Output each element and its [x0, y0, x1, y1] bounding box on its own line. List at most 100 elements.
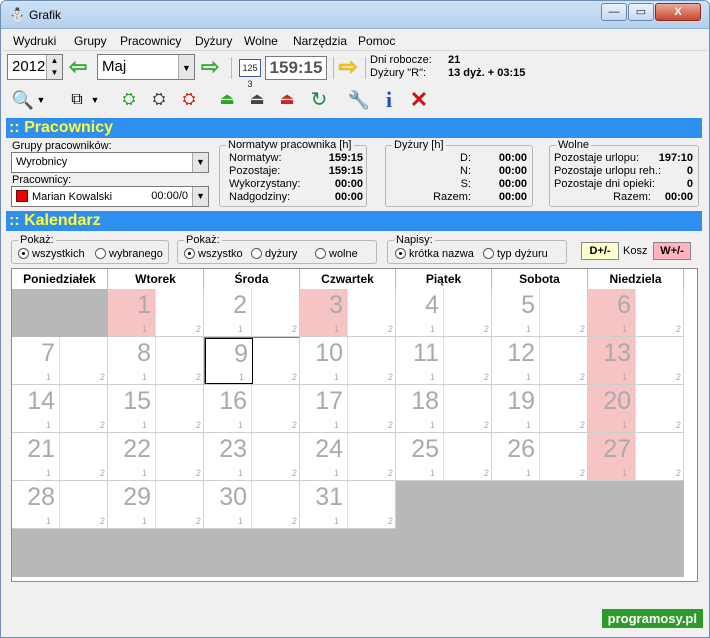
calendar-day-cell[interactable]: 20 1 2: [588, 385, 684, 433]
day-slot-1[interactable]: 15 1: [108, 385, 156, 432]
remove-free-icon[interactable]: ⏏: [275, 89, 299, 111]
day-slot-1[interactable]: 31 1: [300, 481, 348, 528]
day-slot-1[interactable]: 11: [108, 289, 156, 336]
calendar-day-cell[interactable]: 112: [108, 289, 204, 337]
calendar-day-cell[interactable]: 30 1 2: [204, 481, 300, 529]
menu-pomoc[interactable]: Pomoc: [358, 34, 395, 48]
chevron-down-icon[interactable]: ▼: [35, 89, 47, 111]
chevron-down-icon[interactable]: ▼: [178, 55, 194, 79]
day-slot-1[interactable]: 14 1: [12, 385, 60, 432]
duty-toggle-button[interactable]: D+/-: [581, 242, 619, 260]
calendar-day-cell[interactable]: 17 1 2: [300, 385, 396, 433]
calendar-day-cell[interactable]: 23 1 2: [204, 433, 300, 481]
day-slot-1[interactable]: 31: [300, 289, 348, 336]
day-slot-1[interactable]: 10 1: [300, 337, 348, 384]
day-slot-1[interactable]: 12 1: [492, 337, 540, 384]
calendar-day-cell[interactable]: 26 1 2: [492, 433, 588, 481]
day-slot-1[interactable]: 91: [205, 338, 253, 384]
day-slot-1[interactable]: 71: [12, 337, 60, 384]
day-slot-1[interactable]: 28 1: [12, 481, 60, 528]
day-slot-1[interactable]: 30 1: [204, 481, 252, 528]
calendar-day-cell[interactable]: 29 1 2: [108, 481, 204, 529]
calendar-day-cell[interactable]: 22 1 2: [108, 433, 204, 481]
menu-wydruki[interactable]: Wydruki: [13, 34, 56, 48]
calendar-day-cell[interactable]: 21 1 2: [12, 433, 108, 481]
calendar-empty-cell[interactable]: [396, 481, 492, 529]
calendar-icon[interactable]: 125 3: [239, 59, 261, 89]
day-slot-1[interactable]: 17 1: [300, 385, 348, 432]
calendar-day-cell[interactable]: 912: [204, 337, 300, 385]
radio-wolne[interactable]: wolne: [315, 248, 358, 260]
radio-wszystko[interactable]: wszystko: [184, 248, 243, 260]
day-slot-1[interactable]: 41: [396, 289, 444, 336]
chevron-down-icon[interactable]: ▼: [192, 187, 208, 206]
day-slot-1[interactable]: 21 1: [12, 433, 60, 480]
goto-arrow-icon[interactable]: ⇨: [339, 56, 357, 78]
calendar-empty-cell[interactable]: [492, 529, 588, 577]
day-slot-1[interactable]: 61: [588, 289, 636, 336]
add-duty-icon[interactable]: ⛭: [117, 89, 141, 111]
calendar-day-cell[interactable]: 812: [108, 337, 204, 385]
day-slot-1[interactable]: 81: [108, 337, 156, 384]
menu-narzedzia[interactable]: Narzędzia: [293, 34, 347, 48]
copy-icon[interactable]: ⧉: [65, 89, 89, 111]
calendar-day-cell[interactable]: 14 1 2: [12, 385, 108, 433]
info-icon[interactable]: i: [377, 89, 401, 111]
next-month-arrow-icon[interactable]: ⇨: [201, 56, 219, 78]
calendar-day-cell[interactable]: 19 1 2: [492, 385, 588, 433]
menu-grupy[interactable]: Grupy: [74, 34, 107, 48]
edit-free-icon[interactable]: ⏏: [245, 89, 269, 111]
calendar-day-cell[interactable]: 212: [204, 289, 300, 337]
title-bar[interactable]: ⛄ Grafik — ▭ X: [1, 1, 709, 29]
kosz-label[interactable]: Kosz: [623, 245, 647, 257]
calendar-day-cell[interactable]: 24 1 2: [300, 433, 396, 481]
remove-duty-icon[interactable]: ⛭: [177, 89, 201, 111]
radio-wszystkich[interactable]: wszystkich: [18, 248, 85, 260]
day-slot-1[interactable]: 27 1: [588, 433, 636, 480]
radio-krotka-nazwa[interactable]: krótka nazwa: [395, 248, 474, 260]
calendar-day-cell[interactable]: 18 1 2: [396, 385, 492, 433]
day-slot-1[interactable]: 51: [492, 289, 540, 336]
pracownik-select[interactable]: Marian Kowalski 00:00/0 ▼: [11, 186, 209, 207]
add-free-icon[interactable]: ⏏: [215, 89, 239, 111]
calendar-day-cell[interactable]: 11 1 2: [396, 337, 492, 385]
calendar-day-cell[interactable]: 25 1 2: [396, 433, 492, 481]
day-slot-1[interactable]: 19 1: [492, 385, 540, 432]
menu-wolne[interactable]: Wolne: [244, 34, 278, 48]
wrench-icon[interactable]: 🔧: [347, 89, 371, 111]
calendar-empty-cell[interactable]: [300, 529, 396, 577]
grupa-select[interactable]: Wyrobnicy ▼: [11, 152, 209, 173]
day-slot-1[interactable]: 29 1: [108, 481, 156, 528]
calendar-empty-cell[interactable]: [12, 289, 108, 337]
day-slot-1[interactable]: 18 1: [396, 385, 444, 432]
day-slot-1[interactable]: 16 1: [204, 385, 252, 432]
calendar-empty-cell[interactable]: [588, 481, 684, 529]
calendar-day-cell[interactable]: 512: [492, 289, 588, 337]
calendar-day-cell[interactable]: 12 1 2: [492, 337, 588, 385]
day-slot-1[interactable]: 21: [204, 289, 252, 336]
close-button[interactable]: X: [655, 3, 701, 21]
day-slot-1[interactable]: 11 1: [396, 337, 444, 384]
spin-arrows-icon[interactable]: ▲ ▼: [46, 55, 62, 79]
calendar-empty-cell[interactable]: [588, 529, 684, 577]
radio-typ-dyzuru[interactable]: typ dyżuru: [483, 248, 548, 260]
day-slot-1[interactable]: 26 1: [492, 433, 540, 480]
free-toggle-button[interactable]: W+/-: [653, 242, 691, 260]
day-slot-1[interactable]: 13 1: [588, 337, 636, 384]
month-select[interactable]: Maj ▼: [97, 54, 195, 80]
calendar-day-cell[interactable]: 10 1 2: [300, 337, 396, 385]
calendar-day-cell[interactable]: 412: [396, 289, 492, 337]
radio-dyzury[interactable]: dyżury: [251, 248, 297, 260]
year-spinner[interactable]: 2012 ▲ ▼: [7, 54, 63, 80]
day-slot-1[interactable]: 25 1: [396, 433, 444, 480]
calendar-day-cell[interactable]: 27 1 2: [588, 433, 684, 481]
calendar-day-cell[interactable]: 28 1 2: [12, 481, 108, 529]
calendar-empty-cell[interactable]: [108, 529, 204, 577]
calendar-day-cell[interactable]: 712: [12, 337, 108, 385]
calendar-day-cell[interactable]: 15 1 2: [108, 385, 204, 433]
calendar-day-cell[interactable]: 16 1 2: [204, 385, 300, 433]
calendar-day-cell[interactable]: 612: [588, 289, 684, 337]
menu-pracownicy[interactable]: Pracownicy: [120, 34, 181, 48]
day-slot-1[interactable]: 22 1: [108, 433, 156, 480]
magnify-icon[interactable]: 🔍: [11, 89, 35, 111]
